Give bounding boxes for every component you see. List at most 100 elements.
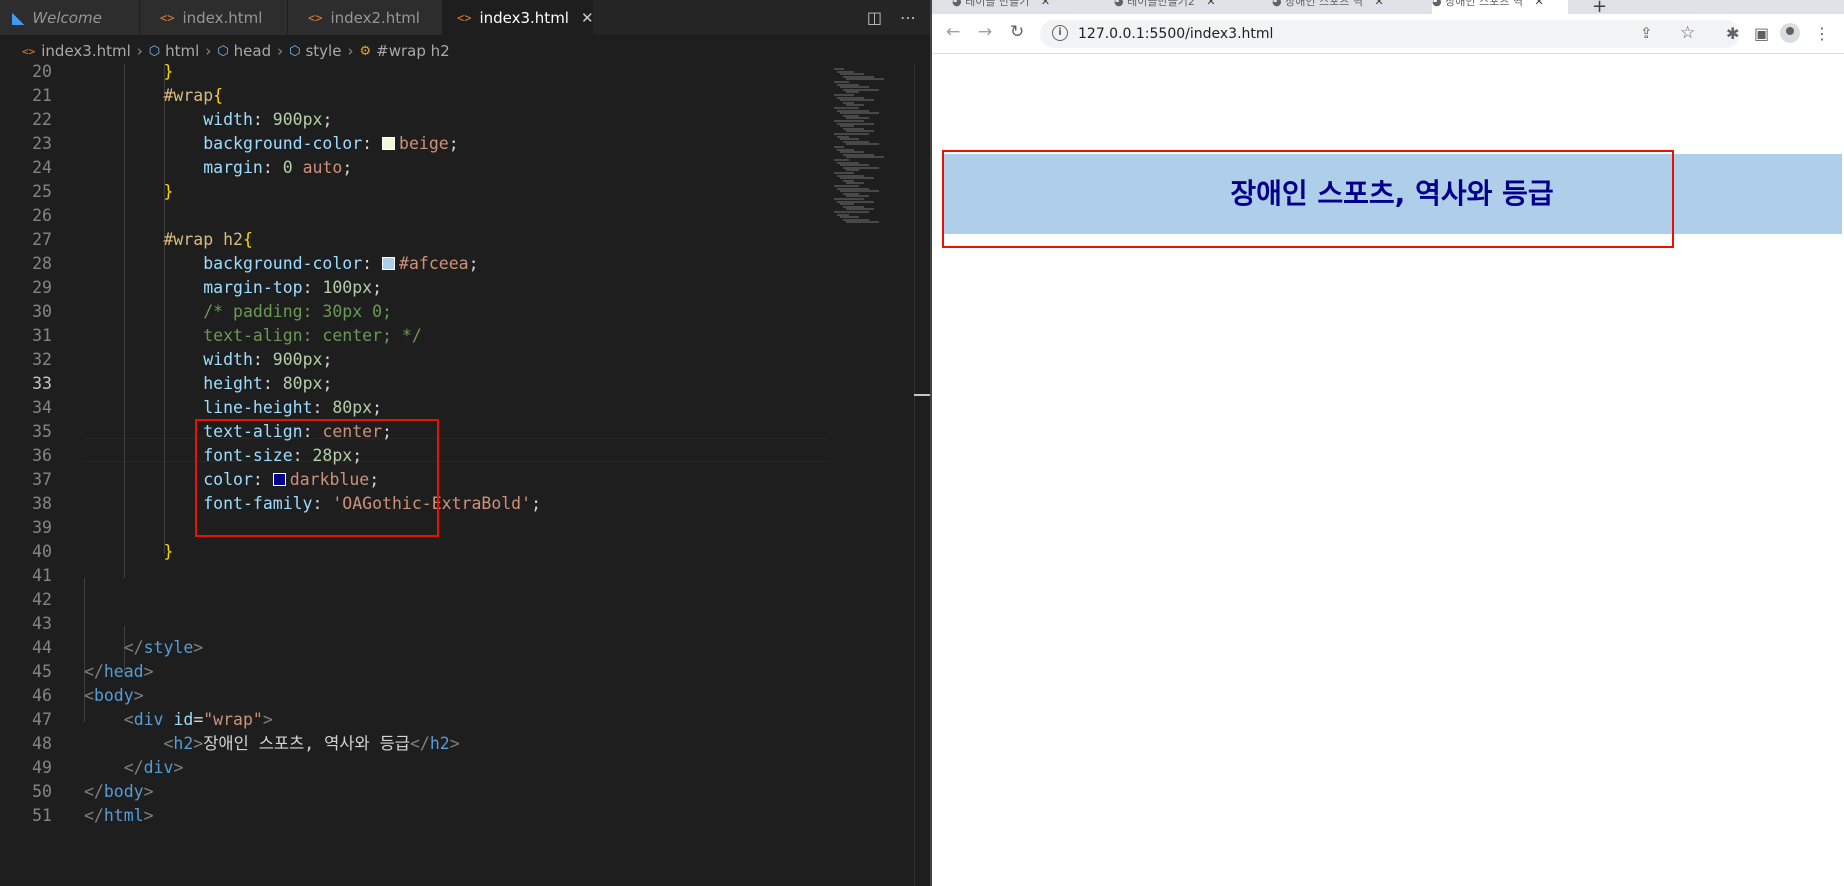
profile-icon[interactable] — [1780, 23, 1800, 43]
code-text: </head> — [84, 660, 154, 684]
code-token: "wrap" — [203, 710, 263, 729]
code-token: > — [173, 758, 184, 777]
code-line[interactable]: 42 — [0, 588, 830, 612]
breadcrumb-item[interactable]: #wrap h2 — [376, 42, 450, 60]
browser-tab[interactable]: ◕ 테이블 만들기 ✕ — [952, 0, 1072, 14]
code-token: </ — [84, 806, 104, 825]
code-text: background-color: beige; — [84, 132, 458, 156]
code-line[interactable]: 26 — [0, 204, 830, 228]
star-icon[interactable]: ☆ — [1680, 23, 1695, 43]
code-token: : — [252, 110, 273, 129]
extensions-icon[interactable]: ✱ — [1726, 24, 1739, 43]
code-line[interactable]: 44 </style> — [0, 636, 830, 660]
share-icon[interactable]: ⇪ — [1640, 24, 1653, 42]
code-token: : — [262, 158, 283, 177]
info-icon[interactable]: i — [1052, 25, 1068, 41]
code-token: > — [143, 806, 154, 825]
side-panel-icon[interactable]: ▣ — [1754, 24, 1769, 43]
breadcrumb-item[interactable]: style — [305, 42, 341, 60]
code-line[interactable]: 34 line-height: 80px; — [0, 396, 830, 420]
code-line[interactable]: 25 } — [0, 180, 830, 204]
reload-icon[interactable]: ↻ — [1010, 22, 1024, 42]
code-line[interactable]: 29 margin-top: 100px; — [0, 276, 830, 300]
code-area[interactable]: 20 } 21 #wrap{22 width: 900px; 23 backgrou… — [0, 62, 830, 886]
code-line[interactable]: 28 background-color: #afceea; — [0, 252, 830, 276]
line-number: 34 — [32, 398, 52, 417]
code-line[interactable]: 33 height: 80px; — [0, 372, 830, 396]
tab-welcome[interactable]: ◣ Welcome — [0, 0, 140, 35]
browser-tab[interactable]: ◕ 테이블만들기2 ✕ — [1114, 0, 1264, 14]
minimap-line — [846, 156, 884, 159]
code-token: : — [252, 350, 273, 369]
close-icon[interactable]: ✕ — [1534, 0, 1543, 8]
code-text: </style> — [84, 636, 203, 660]
code-line[interactable]: 32 width: 900px; — [0, 348, 830, 372]
forward-icon[interactable]: → — [978, 22, 992, 42]
close-icon[interactable]: ✕ — [581, 9, 594, 27]
code-line[interactable]: 24 margin: 0 auto; — [0, 156, 830, 180]
code-line[interactable]: 51 </html> — [0, 804, 830, 828]
split-editor-icon[interactable]: ◫ — [867, 8, 882, 27]
breadcrumb-item[interactable]: html — [165, 42, 199, 60]
tab-index-html[interactable]: <> index.html — [140, 0, 288, 35]
code-line[interactable]: 47 <div id="wrap"> — [0, 708, 830, 732]
scrollbar[interactable] — [914, 64, 930, 886]
browser-tab[interactable]: ◕ 장애인 스포츠 역 ✕ — [1272, 0, 1404, 14]
code-token: : — [312, 398, 333, 417]
code-line[interactable]: 48 <h2>장애인 스포츠, 역사와 등급</h2> — [0, 732, 830, 756]
code-token: body — [103, 782, 144, 801]
code-token: h2 — [173, 734, 194, 753]
code-line[interactable]: 20 } — [0, 60, 830, 84]
code-line[interactable]: 27 #wrap h2{ — [0, 228, 830, 252]
tab-index3-html[interactable]: <> index3.html ✕ — [443, 0, 594, 35]
code-line[interactable]: 46 <body> — [0, 684, 830, 708]
code-line[interactable]: 49 </div> — [0, 756, 830, 780]
code-line[interactable]: 30 /* padding: 30px 0; — [0, 300, 830, 324]
code-text: <div id="wrap"> — [84, 708, 273, 732]
line-number: 28 — [32, 254, 52, 273]
code-line[interactable]: 22 width: 900px; — [0, 108, 830, 132]
close-icon[interactable]: ✕ — [1206, 0, 1215, 8]
page-viewport: 장애인 스포츠, 역사와 등급 — [932, 54, 1844, 886]
code-line[interactable]: 43 — [0, 612, 830, 636]
color-swatch[interactable] — [382, 257, 396, 270]
code-line[interactable]: 41 — [0, 564, 830, 588]
address-bar[interactable]: i 127.0.0.1:5500/index3.html ⇪ ☆ — [1040, 20, 1740, 48]
code-token: < — [163, 734, 174, 753]
color-swatch[interactable] — [382, 137, 396, 150]
code-line[interactable]: 45 </head> — [0, 660, 830, 684]
code-line[interactable]: 40 } — [0, 540, 830, 564]
close-icon[interactable]: ✕ — [1041, 0, 1050, 8]
tab-index2-html[interactable]: <> index2.html — [288, 0, 443, 35]
more-menu-icon[interactable]: ⋮ — [1814, 24, 1830, 43]
code-text: #wrap{ — [84, 84, 223, 108]
code-token: background-color — [203, 134, 363, 153]
browser-tab-active[interactable]: ◕ 장애인 스포츠 역 ✕ — [1432, 0, 1568, 14]
code-token: margin — [203, 158, 263, 177]
back-icon[interactable]: ← — [946, 22, 960, 42]
code-line[interactable]: 50 </body> — [0, 780, 830, 804]
more-actions-icon[interactable]: ⋯ — [900, 8, 916, 27]
minimap[interactable] — [828, 64, 914, 886]
breadcrumb-item[interactable]: index3.html — [41, 42, 131, 60]
breadcrumb-item[interactable]: head — [234, 42, 271, 60]
html-icon: <> — [22, 44, 36, 58]
code-token: text-align: center; */ — [203, 326, 422, 345]
code-token: ; — [531, 494, 541, 513]
code-line[interactable]: 21 #wrap{ — [0, 84, 830, 108]
code-token: : — [362, 254, 383, 273]
close-icon[interactable]: ✕ — [1374, 0, 1383, 8]
code-token: margin-top — [203, 278, 303, 297]
code-line[interactable]: 23 background-color: beige; — [0, 132, 830, 156]
code-line[interactable]: 31 text-align: center; */ — [0, 324, 830, 348]
code-token: /* padding: 30px 0; — [203, 302, 392, 321]
tab-label: index3.html — [479, 8, 569, 27]
browser-tab-label: 테이블만들기2 — [1127, 0, 1195, 8]
